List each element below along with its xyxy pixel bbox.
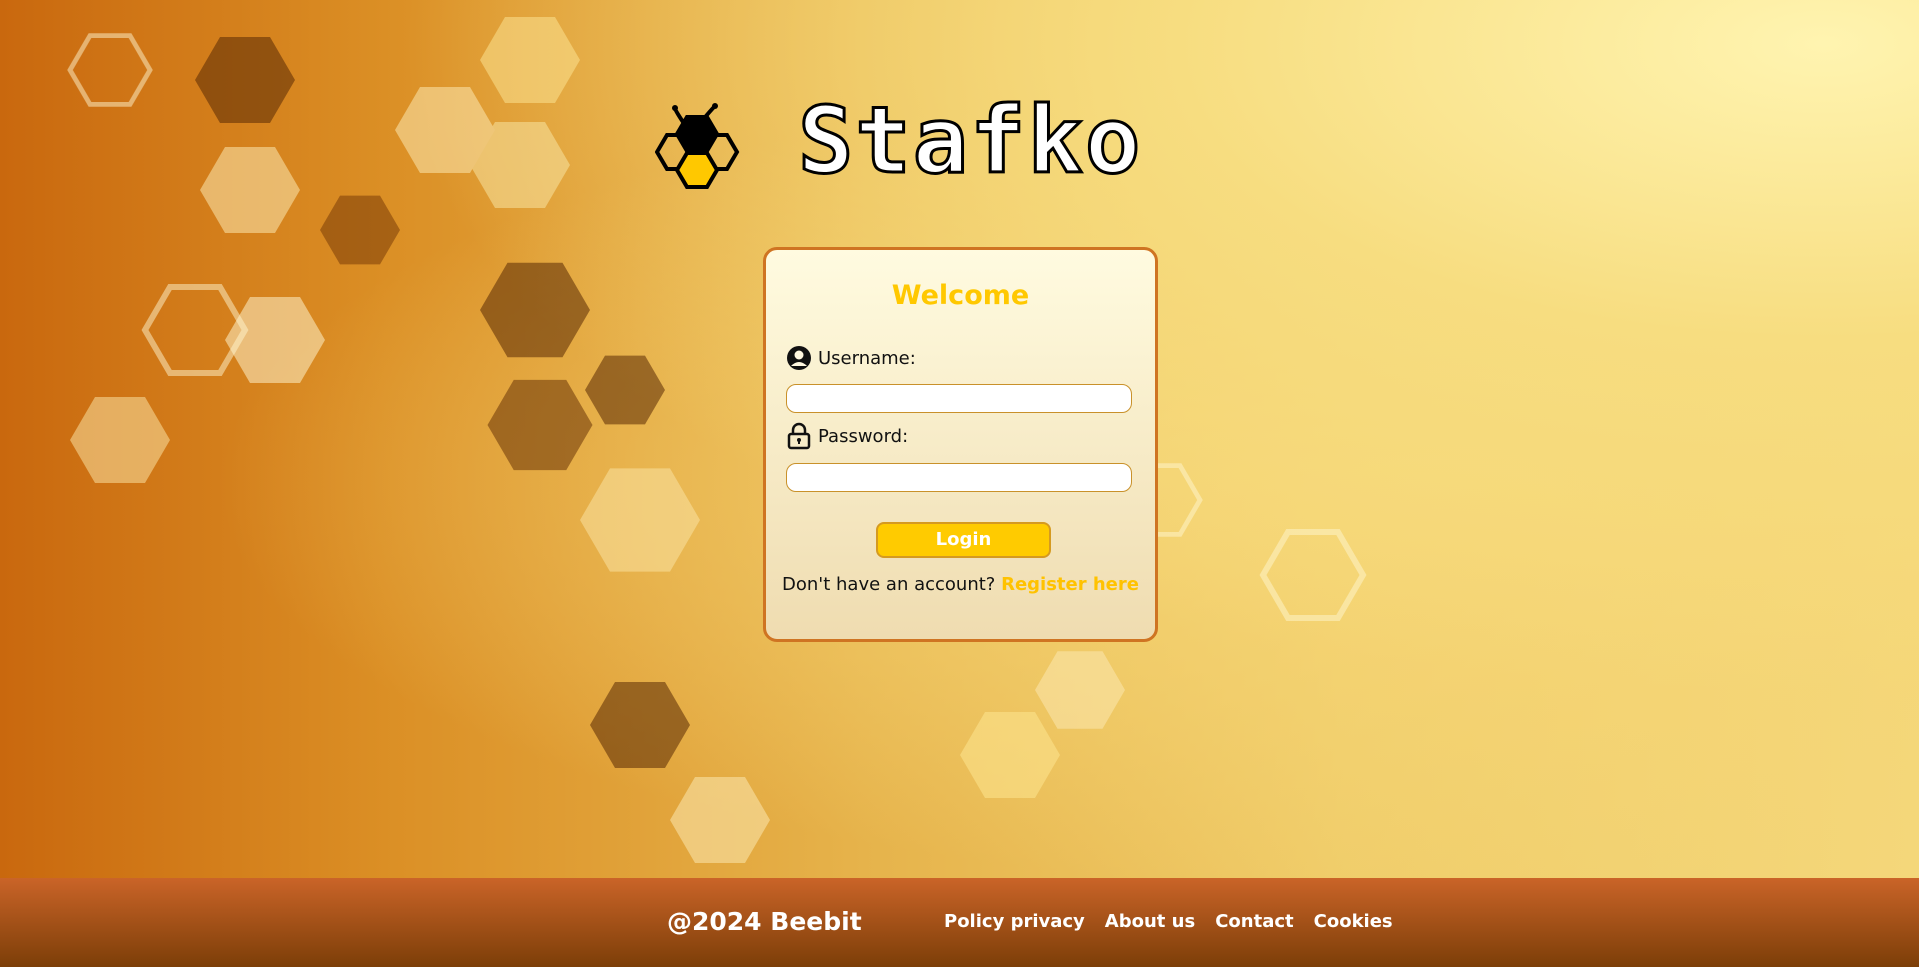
footer: @2024 Beebit Policy privacy About us Con… [0,878,1919,967]
copyright: @2024 Beebit [667,907,862,936]
username-label: Username: [818,347,916,369]
user-circle-icon [787,346,811,370]
username-input[interactable] [786,384,1132,413]
footer-link-cookies[interactable]: Cookies [1314,911,1393,932]
welcome-title: Welcome [891,280,1030,311]
password-label: Password: [818,425,909,447]
password-label-row: Password: [786,422,908,450]
footer-link-contact[interactable]: Contact [1215,911,1293,932]
login-button[interactable]: Login [876,522,1051,558]
footer-link-about-us[interactable]: About us [1105,911,1195,932]
register-row: Don't have an account? Register here [766,574,1155,595]
footer-links: Policy privacy About us Contact Cookies [944,911,1393,932]
brand-name: Stafko [796,87,1143,194]
login-card: Welcome Username: Password: Login Don't … [763,247,1158,642]
footer-link-policy-privacy[interactable]: Policy privacy [944,911,1085,932]
register-link[interactable]: Register here [1001,574,1139,595]
username-label-row: Username: [786,345,916,371]
lock-icon [787,422,811,450]
register-prompt: Don't have an account? [782,574,996,595]
password-input[interactable] [786,463,1132,492]
